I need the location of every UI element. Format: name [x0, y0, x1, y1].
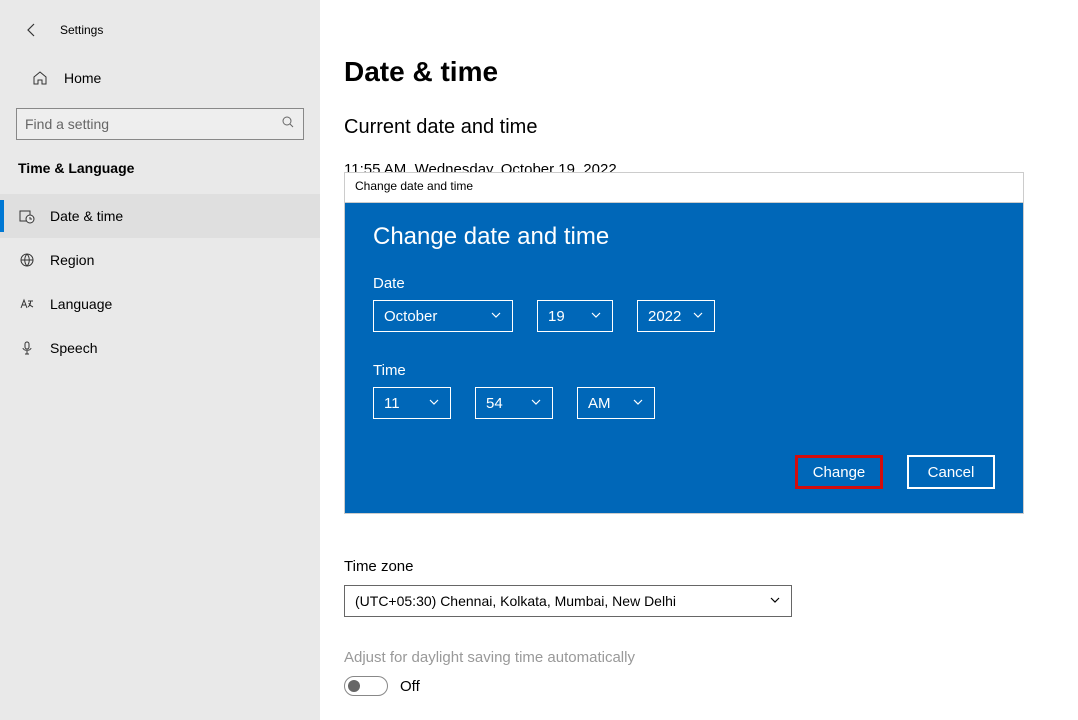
ampm-select[interactable]: AM: [577, 387, 655, 419]
change-button[interactable]: Change: [795, 455, 883, 489]
cancel-button[interactable]: Cancel: [907, 455, 995, 489]
daylight-toggle[interactable]: [344, 676, 388, 696]
current-date-time-heading: Current date and time: [344, 116, 1046, 139]
chevron-down-icon: [769, 593, 781, 609]
nav-item-date-time[interactable]: Date & time: [0, 194, 320, 238]
minute-value: 54: [486, 395, 503, 412]
page-title: Date & time: [344, 56, 1046, 88]
nav-item-region[interactable]: Region: [0, 238, 320, 282]
daylight-toggle-row: Off: [344, 676, 1046, 696]
daylight-label: Adjust for daylight saving time automati…: [344, 649, 1046, 666]
hour-select[interactable]: 11: [373, 387, 451, 419]
nav-item-speech[interactable]: Speech: [0, 326, 320, 370]
day-value: 19: [548, 308, 565, 325]
search-icon: [281, 115, 295, 134]
nav-label: Date & time: [50, 208, 123, 224]
chevron-down-icon: [632, 395, 644, 412]
timezone-label: Time zone: [344, 558, 1046, 575]
sidebar: Settings Home Time & Language Date & tim…: [0, 0, 320, 720]
below-dialog-area: Time zone (UTC+05:30) Chennai, Kolkata, …: [344, 558, 1046, 720]
dialog-titlebar: Change date and time: [345, 173, 1023, 203]
hour-value: 11: [384, 395, 400, 412]
search-box[interactable]: [16, 108, 304, 140]
dialog-heading: Change date and time: [373, 223, 995, 251]
minute-select[interactable]: 54: [475, 387, 553, 419]
date-row: October 19 2022: [373, 300, 995, 332]
timezone-value: (UTC+05:30) Chennai, Kolkata, Mumbai, Ne…: [355, 593, 676, 609]
nav-label: Language: [50, 296, 112, 312]
search-input[interactable]: [25, 116, 281, 132]
date-label: Date: [373, 275, 995, 292]
back-button[interactable]: [16, 14, 48, 46]
section-label: Time & Language: [0, 160, 320, 176]
nav-label: Speech: [50, 340, 97, 356]
time-row: 11 54 AM: [373, 387, 995, 419]
chevron-down-icon: [590, 308, 602, 325]
chevron-down-icon: [428, 395, 440, 412]
nav-label: Region: [50, 252, 94, 268]
day-select[interactable]: 19: [537, 300, 613, 332]
home-icon: [32, 70, 50, 86]
daylight-section: Adjust for daylight saving time automati…: [344, 649, 1046, 696]
calendar-clock-icon: [18, 208, 36, 224]
nav-list: Date & time Region Language Speech: [0, 194, 320, 370]
chevron-down-icon: [490, 308, 502, 325]
home-label: Home: [64, 70, 101, 86]
month-value: October: [384, 308, 437, 325]
dialog-body: Change date and time Date October 19 202…: [345, 203, 1023, 513]
toggle-knob: [348, 680, 360, 692]
ampm-value: AM: [588, 395, 611, 412]
dialog-actions: Change Cancel: [373, 455, 995, 489]
globe-icon: [18, 252, 36, 268]
main-content: Date & time Current date and time 11:55 …: [320, 0, 1078, 720]
year-value: 2022: [648, 308, 681, 325]
daylight-state: Off: [400, 678, 420, 695]
header-row: Settings: [0, 12, 320, 48]
chevron-down-icon: [692, 308, 704, 325]
nav-item-language[interactable]: Language: [0, 282, 320, 326]
month-select[interactable]: October: [373, 300, 513, 332]
microphone-icon: [18, 340, 36, 356]
year-select[interactable]: 2022: [637, 300, 715, 332]
home-link[interactable]: Home: [0, 58, 320, 98]
change-date-time-dialog: Change date and time Change date and tim…: [344, 172, 1024, 514]
language-icon: [18, 296, 36, 312]
timezone-select[interactable]: (UTC+05:30) Chennai, Kolkata, Mumbai, Ne…: [344, 585, 792, 617]
settings-title: Settings: [60, 23, 103, 37]
time-label: Time: [373, 362, 995, 379]
chevron-down-icon: [530, 395, 542, 412]
